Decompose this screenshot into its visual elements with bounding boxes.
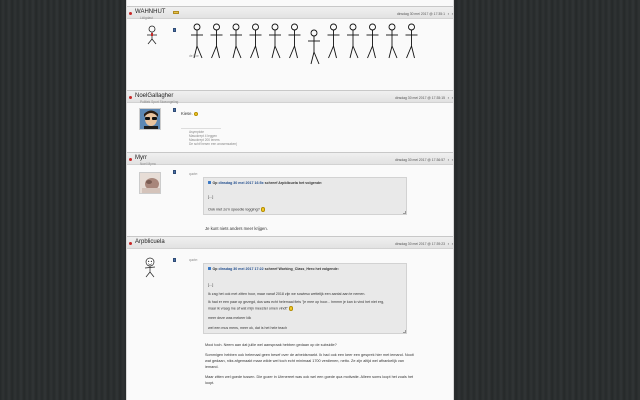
forum-post: NoelGallagher Politiek Sport Stoeongelin… bbox=[127, 90, 453, 152]
next-post-icon[interactable]: ▪ bbox=[452, 12, 453, 16]
post-message-icon bbox=[173, 170, 176, 174]
quote-line: [...] bbox=[208, 283, 214, 287]
next-post-icon[interactable]: ▪ bbox=[452, 158, 453, 162]
post-date: dinsdag 30 mei 2017 @ 17:35:15 bbox=[394, 96, 445, 100]
post-date: dinsdag 30 mei 2017 @ 17:35:1 bbox=[396, 12, 445, 16]
post-date: dinsdag 30 mei 2017 @ 17:36:57 bbox=[394, 158, 445, 162]
smiley-icon bbox=[260, 207, 266, 212]
post-pin-icon bbox=[129, 242, 132, 245]
next-post-icon[interactable]: ▪ bbox=[452, 242, 453, 246]
sunglasses-avatar-icon bbox=[140, 109, 160, 129]
quote-line: [...] bbox=[208, 195, 214, 199]
quote-block: Op dinsdag 30 mei 2017 16:5x schreef Arp… bbox=[203, 177, 407, 215]
post-message-line: loopt. bbox=[205, 381, 215, 385]
signature-divider bbox=[181, 128, 221, 129]
signature-text: de hoe bbox=[189, 54, 199, 58]
next-post-icon[interactable]: ▪ bbox=[452, 96, 453, 100]
user-title: Lidigdast bbox=[140, 16, 153, 20]
post-username[interactable]: Arpblicuela bbox=[135, 239, 165, 245]
photo-avatar-icon bbox=[140, 173, 160, 193]
resize-handle[interactable] bbox=[402, 329, 406, 333]
quote-header: Op dinsdag 30 mei 2017 17:22 schreef Wor… bbox=[208, 267, 339, 271]
post-pin-icon bbox=[129, 12, 132, 15]
quote-line: Ook niet zo'n speedie logging? bbox=[208, 207, 266, 212]
post-header: WAHNHUT Lidigdast dinsdag 30 mei 2017 @ … bbox=[127, 6, 453, 20]
post-message-line: Sommigen hebben ook helemaal geen besef … bbox=[205, 353, 414, 357]
user-avatar bbox=[139, 108, 161, 130]
quote-label: quote: bbox=[189, 258, 198, 262]
forum-post: Myrr Noel Myrra dinsdag 30 mei 2017 @ 17… bbox=[127, 152, 453, 236]
post-header: NoelGallagher Politiek Sport Stoeongelin… bbox=[127, 90, 453, 104]
quote-header: Op dinsdag 30 mei 2017 16:5x schreef Arp… bbox=[208, 181, 322, 185]
post-message-line: Maar zitten wel goede tussen. Die gozer … bbox=[205, 375, 414, 379]
user-avatar bbox=[139, 172, 161, 194]
prev-post-icon[interactable]: ▪ bbox=[448, 12, 449, 16]
stickman-figure bbox=[327, 23, 340, 59]
user-avatar bbox=[141, 24, 163, 46]
post-message: Je kunt niets anders meer krijgen. bbox=[205, 226, 268, 231]
stickman-avatar-icon bbox=[144, 257, 156, 278]
prev-post-icon[interactable]: ▪ bbox=[448, 242, 449, 246]
stickman-figure bbox=[210, 23, 223, 59]
quote-block: Op dinsdag 30 mei 2017 17:22 schreef Wor… bbox=[203, 263, 407, 334]
smiley-icon bbox=[288, 306, 294, 311]
stickman-figure bbox=[366, 23, 379, 59]
dancing-stickmen-image bbox=[191, 23, 418, 65]
smiley-icon bbox=[193, 111, 199, 116]
post-username[interactable]: WAHNHUT bbox=[135, 9, 165, 15]
quote-source-link[interactable]: dinsdag 30 mei 2017 17:22 bbox=[219, 267, 264, 271]
post-header: Arpblicuela dinsdag 30 mei 2017 @ 17:39:… bbox=[127, 236, 453, 249]
quote-link-icon[interactable] bbox=[208, 266, 211, 270]
post-pin-icon bbox=[129, 158, 132, 161]
forum-thread: WAHNHUT Lidigdast dinsdag 30 mei 2017 @ … bbox=[126, 0, 454, 400]
post-message-line: Mooi toch. Neem aan dat jullie wel aansp… bbox=[205, 343, 337, 347]
stickman-figure bbox=[191, 23, 203, 59]
quote-line: maar ik vraag me af wat mijn meester ome… bbox=[208, 306, 294, 311]
resize-handle[interactable] bbox=[402, 210, 406, 214]
quote-line: Ik zag het ook met zitten hoor, maar van… bbox=[208, 292, 366, 296]
quote-line: wel een mus mens, meer ok, dat is het he… bbox=[208, 326, 288, 330]
post-username[interactable]: NoelGallagher bbox=[135, 93, 173, 99]
post-message-line: iemand. bbox=[205, 365, 219, 369]
prev-post-icon[interactable]: ▪ bbox=[448, 96, 449, 100]
stickman-figure bbox=[230, 23, 242, 59]
rank-badge-icon bbox=[173, 11, 179, 14]
stickman-figure bbox=[386, 23, 398, 59]
stickman-figure bbox=[308, 29, 320, 65]
stickman-figure bbox=[269, 23, 281, 59]
post-username[interactable]: Myrr bbox=[135, 155, 147, 161]
post-pin-icon bbox=[129, 96, 132, 99]
post-message-line: wat gedaan, niks afgemaakt maar wilde we… bbox=[205, 359, 405, 363]
stickman-figure bbox=[347, 23, 359, 59]
quote-source-link[interactable]: dinsdag 30 mei 2017 16:5x bbox=[219, 181, 264, 185]
stickman-figure bbox=[249, 23, 262, 59]
prev-post-icon[interactable]: ▪ bbox=[448, 158, 449, 162]
stickman-figure bbox=[288, 23, 301, 59]
stickman-figure bbox=[405, 23, 418, 59]
quote-line: meer deze was mekeer Idk bbox=[208, 316, 252, 320]
user-avatar bbox=[139, 256, 161, 278]
quote-label: quote: bbox=[189, 172, 198, 176]
post-message: Kiese. bbox=[181, 111, 199, 116]
post-message-icon bbox=[173, 108, 176, 112]
quote-line: Ik had er een paar op gezegd, dus was ec… bbox=[208, 300, 385, 304]
user-title: Noel Myrra bbox=[140, 162, 156, 166]
user-title: Politiek Sport Stoeongeling bbox=[140, 100, 179, 104]
quote-link-icon[interactable] bbox=[208, 180, 211, 184]
forum-post: Arpblicuela dinsdag 30 mei 2017 @ 17:39:… bbox=[127, 236, 453, 400]
signature-line: De schif hesen een anosensaken) bbox=[189, 142, 238, 146]
post-header: Myrr Noel Myrra dinsdag 30 mei 2017 @ 17… bbox=[127, 152, 453, 166]
post-message-icon bbox=[173, 258, 176, 262]
stickman-icon bbox=[147, 25, 157, 45]
post-message-icon bbox=[173, 28, 176, 32]
post-date: dinsdag 30 mei 2017 @ 17:39:23 bbox=[394, 242, 445, 246]
forum-post: WAHNHUT Lidigdast dinsdag 30 mei 2017 @ … bbox=[127, 0, 453, 90]
